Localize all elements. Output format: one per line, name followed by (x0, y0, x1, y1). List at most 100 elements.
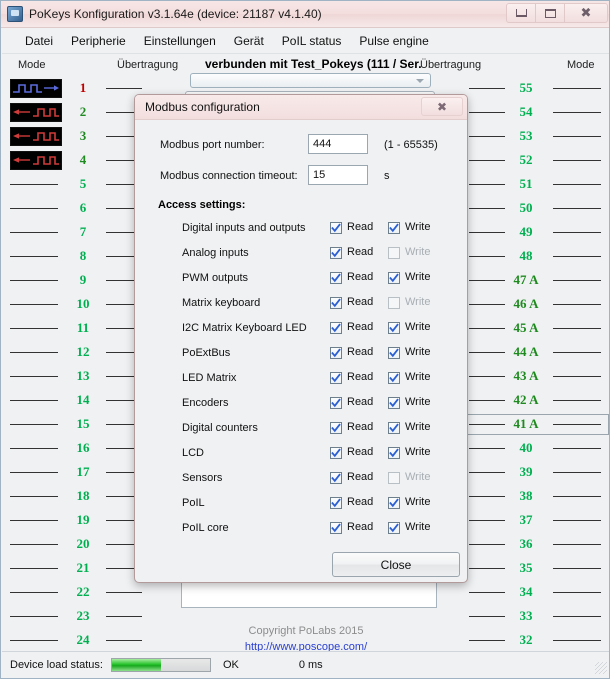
pin-row[interactable]: 49 (467, 221, 609, 245)
pin-row[interactable]: 36 (467, 533, 609, 557)
pin-mode-output-icon[interactable] (10, 79, 62, 98)
read-checkbox[interactable] (330, 447, 342, 459)
pin-row[interactable]: 53 (467, 125, 609, 149)
write-checkbox[interactable] (388, 422, 400, 434)
read-checkbox[interactable] (330, 522, 342, 534)
pin-row[interactable]: 47 A (467, 269, 609, 293)
pin-row[interactable]: 44 A (467, 341, 609, 365)
pin-row[interactable]: 54 (467, 101, 609, 125)
dialog-close-button[interactable]: ✖ (421, 97, 463, 116)
write-checkbox[interactable] (388, 497, 400, 509)
pin-row[interactable]: 34 (467, 581, 609, 605)
minimize-button[interactable] (506, 3, 536, 23)
pin-number: 44 A (513, 344, 539, 359)
pin-row[interactable]: 22 (2, 581, 147, 605)
pin-row[interactable]: 38 (467, 485, 609, 509)
menu-item-datei[interactable]: Datei (16, 31, 62, 51)
write-checkbox[interactable] (388, 447, 400, 459)
pin-row[interactable]: 33 (467, 605, 609, 629)
write-checkbox[interactable] (388, 347, 400, 359)
menu-item-poil-status[interactable]: PoIL status (273, 31, 351, 51)
close-button[interactable]: ✖ (564, 3, 608, 23)
pin-row[interactable]: 50 (467, 197, 609, 221)
read-checkbox[interactable] (330, 472, 342, 484)
resize-grip-icon[interactable] (595, 662, 607, 674)
write-checkbox[interactable] (388, 222, 400, 234)
pin-row[interactable]: 6 (2, 197, 147, 221)
connection-combobox[interactable] (190, 73, 431, 88)
pin-row[interactable]: 52 (467, 149, 609, 173)
connection-timeout-input[interactable]: 15 (308, 165, 368, 185)
pin-row[interactable]: 9 (2, 269, 147, 293)
read-checkbox[interactable] (330, 222, 342, 234)
pin-number: 51 (519, 176, 533, 191)
pin-row[interactable]: 7 (2, 221, 147, 245)
pin-row[interactable]: 11 (2, 317, 147, 341)
pin-row[interactable]: 1 (2, 77, 147, 101)
menu-item-geraet[interactable]: Gerät (225, 31, 273, 51)
pin-row[interactable]: 18 (2, 485, 147, 509)
pin-number: 14 (76, 392, 90, 407)
maximize-button[interactable] (535, 3, 565, 23)
pin-row[interactable]: 13 (2, 365, 147, 389)
pin-row[interactable]: 45 A (467, 317, 609, 341)
pin-row[interactable]: 20 (2, 533, 147, 557)
menu-item-pulse-engine[interactable]: Pulse engine (350, 31, 437, 51)
pin-row[interactable]: 2 (2, 101, 147, 125)
pin-row[interactable]: 40 (467, 437, 609, 461)
pin-row[interactable]: 41 A (465, 413, 609, 437)
read-checkbox[interactable] (330, 272, 342, 284)
pin-row[interactable]: 14 (2, 389, 147, 413)
pin-row[interactable]: 12 (2, 341, 147, 365)
pin-row[interactable]: 23 (2, 605, 147, 629)
pin-row[interactable]: 3 (2, 125, 147, 149)
pin-row[interactable]: 42 A (467, 389, 609, 413)
pin-row[interactable]: 37 (467, 509, 609, 533)
pin-number: 32 (519, 632, 533, 647)
read-checkbox[interactable] (330, 497, 342, 509)
pin-row[interactable]: 15 (2, 413, 147, 437)
pin-row[interactable]: 39 (467, 461, 609, 485)
dialog-close-action-button[interactable]: Close (332, 552, 460, 577)
read-checkbox[interactable] (330, 247, 342, 259)
pin-transfer-dash (106, 640, 142, 641)
pin-row[interactable]: 48 (467, 245, 609, 269)
pin-mode-input-icon[interactable] (10, 151, 62, 170)
write-checkbox[interactable] (388, 322, 400, 334)
pin-row[interactable]: 4 (2, 149, 147, 173)
menu-item-peripherie[interactable]: Peripherie (62, 31, 135, 51)
port-number-input[interactable]: 444 (308, 134, 368, 154)
pin-mode-input-icon[interactable] (10, 103, 62, 122)
write-checkbox[interactable] (388, 522, 400, 534)
pin-mode-dash (10, 616, 58, 617)
pin-row[interactable]: 8 (2, 245, 147, 269)
pin-row[interactable]: 24 (2, 629, 147, 653)
pin-row[interactable]: 51 (467, 173, 609, 197)
pin-row[interactable]: 43 A (467, 365, 609, 389)
info-textbox[interactable] (181, 581, 437, 608)
pin-transfer-dash (469, 376, 505, 377)
read-checkbox[interactable] (330, 372, 342, 384)
pin-row[interactable]: 17 (2, 461, 147, 485)
read-checkbox[interactable] (330, 397, 342, 409)
pin-row[interactable]: 16 (2, 437, 147, 461)
read-checkbox[interactable] (330, 422, 342, 434)
pin-number: 40 (519, 440, 533, 455)
write-checkbox[interactable] (388, 272, 400, 284)
write-checkbox[interactable] (388, 397, 400, 409)
pin-row[interactable]: 19 (2, 509, 147, 533)
pin-row[interactable]: 55 (467, 77, 609, 101)
read-checkbox[interactable] (330, 297, 342, 309)
pin-row[interactable]: 5 (2, 173, 147, 197)
pin-row[interactable]: 32 (467, 629, 609, 653)
menu-item-einstellungen[interactable]: Einstellungen (135, 31, 225, 51)
pin-row[interactable]: 46 A (467, 293, 609, 317)
pin-mode-dash (10, 424, 58, 425)
pin-row[interactable]: 21 (2, 557, 147, 581)
read-checkbox[interactable] (330, 322, 342, 334)
pin-mode-input-icon[interactable] (10, 127, 62, 146)
pin-row[interactable]: 35 (467, 557, 609, 581)
write-checkbox[interactable] (388, 372, 400, 384)
pin-row[interactable]: 10 (2, 293, 147, 317)
read-checkbox[interactable] (330, 347, 342, 359)
